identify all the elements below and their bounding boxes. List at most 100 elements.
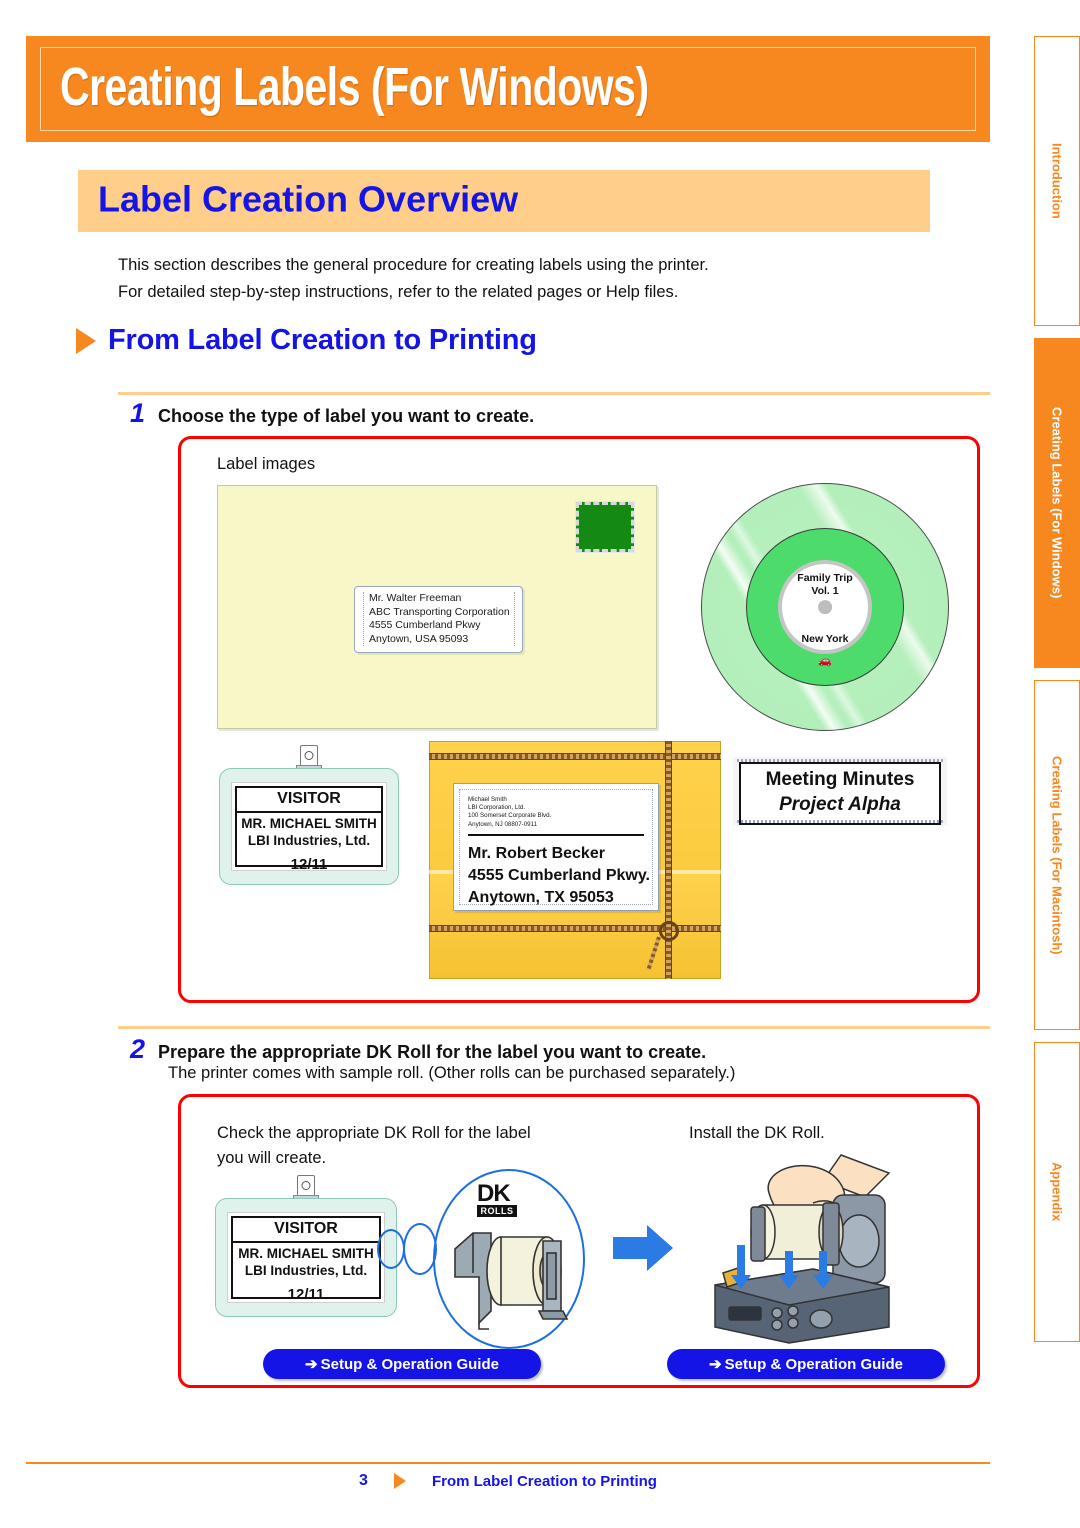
step1-heading: 1 Choose the type of label you want to c… xyxy=(130,400,534,427)
connector-ellipse-2 xyxy=(403,1223,437,1275)
badge-card-inner: VISITOR MR. MICHAEL SMITH LBI Industries… xyxy=(231,1216,381,1303)
package-illustration: Michael Smith LBI Corporation, Ltd. 100 … xyxy=(429,741,721,979)
sidebar-item-appendix[interactable]: Appendix xyxy=(1034,1042,1080,1342)
envelope-illustration: Mr. Walter Freeman ABC Transporting Corp… xyxy=(217,485,657,729)
badge-holder: VISITOR MR. MICHAEL SMITH LBI Industries… xyxy=(219,768,399,885)
ship-from-line-4: Anytown, NJ 08807-0911 xyxy=(468,820,538,828)
triangle-bullet-icon xyxy=(76,327,96,354)
cd-place: New York xyxy=(801,633,849,646)
badge-card: VISITOR MR. MICHAEL SMITH LBI Industries… xyxy=(231,782,387,873)
minutes-label: Meeting Minutes Project Alpha xyxy=(739,762,941,825)
connector-ellipse-1 xyxy=(377,1229,405,1269)
envelope-addr-line-3: 4555 Cumberland Pkwy xyxy=(369,619,481,632)
minutes-label-illustration: Meeting Minutes Project Alpha xyxy=(733,757,947,825)
setup-guide-link-right-label: Setup & Operation Guide xyxy=(724,1355,903,1373)
badge-name: MR. MICHAEL SMITH xyxy=(238,1246,374,1261)
document-page: Creating Labels (For Windows) Label Crea… xyxy=(0,0,1080,1528)
subsection-title: From Label Creation to Printing xyxy=(108,324,537,356)
package-string-top xyxy=(429,753,721,760)
minutes-tape-top xyxy=(737,759,943,762)
chapter-title: Creating Labels (For Windows) xyxy=(60,58,693,118)
setup-guide-link-right[interactable]: ➔ Setup & Operation Guide xyxy=(667,1349,945,1379)
badge-date: 12/11 xyxy=(287,1286,325,1303)
badge-company: LBI Industries, Ltd. xyxy=(247,833,371,848)
envelope-address-label: Mr. Walter Freeman ABC Transporting Corp… xyxy=(354,586,523,654)
package-string-vertical xyxy=(665,741,672,979)
label-images-caption: Label images xyxy=(217,455,316,473)
step2-right-caption: Install the DK Roll. xyxy=(689,1124,825,1142)
envelope-addr-line-1: Mr. Walter Freeman xyxy=(369,592,462,604)
arrow-head xyxy=(647,1225,673,1271)
step2-number: 2 xyxy=(130,1034,146,1064)
arrow-right-icon: ➔ xyxy=(709,1356,722,1373)
ship-to-line-3: Anytown, TX 95053 xyxy=(468,888,614,906)
printer-install-illustration xyxy=(714,1154,891,1344)
arrow-shaft xyxy=(613,1237,649,1259)
intro-paragraph: This section describes the general proce… xyxy=(118,252,908,306)
footer-divider xyxy=(26,1462,990,1464)
cd-center-hole xyxy=(818,600,832,614)
postage-stamp-icon xyxy=(575,501,635,553)
page-footer: 3 From Label Creation to Printing xyxy=(26,1472,990,1490)
shipping-address-label: Michael Smith LBI Corporation, Ltd. 100 … xyxy=(453,783,659,911)
section-title-bar: Label Creation Overview xyxy=(78,170,930,232)
ship-label-divider xyxy=(468,833,644,836)
setup-guide-link-left-label: Setup & Operation Guide xyxy=(320,1355,499,1373)
ship-to-line-2: 4555 Cumberland Pkwy. xyxy=(468,866,650,884)
intro-line-1: This section describes the general proce… xyxy=(118,256,709,274)
badge-card-inner: VISITOR MR. MICHAEL SMITH LBI Industries… xyxy=(235,786,383,873)
step2-heading: 2 Prepare the appropriate DK Roll for th… xyxy=(130,1036,706,1063)
subsection-heading: From Label Creation to Printing xyxy=(76,324,537,357)
badge-holder: VISITOR MR. MICHAEL SMITH LBI Industries… xyxy=(215,1198,397,1317)
setup-guide-link-left[interactable]: ➔ Setup & Operation Guide xyxy=(263,1349,541,1379)
step1-illustration-box: Label images Mr. Walter Freeman ABC Tran… xyxy=(178,436,980,1003)
envelope-address-inner: Mr. Walter Freeman ABC Transporting Corp… xyxy=(363,592,515,647)
ship-from-line-2: LBI Corporation, Ltd. xyxy=(468,804,526,812)
sidebar-item-creating-labels-windows[interactable]: Creating Labels (For Windows) xyxy=(1034,338,1080,668)
minutes-subtitle: Project Alpha xyxy=(779,794,901,815)
badge-date: 12/11 xyxy=(290,856,328,873)
page-title: Label Creation Overview xyxy=(98,178,519,220)
badge-clip-icon xyxy=(300,745,318,767)
package-knot xyxy=(659,921,679,941)
step2-left-caption-line-2: you will create. xyxy=(217,1149,327,1167)
step2-text: Prepare the appropriate DK Roll for the … xyxy=(158,1042,707,1062)
badge-title: VISITOR xyxy=(233,1218,379,1243)
step1-text: Choose the type of label you want to cre… xyxy=(158,406,535,426)
sidebar-item-introduction[interactable]: Introduction xyxy=(1034,36,1080,326)
step2-illustration-box: Check the appropriate DK Roll for the la… xyxy=(178,1094,980,1388)
ship-from-line-3: 100 Somerset Corporate Blvd. xyxy=(468,812,552,820)
sidebar-item-appendix-label: Appendix xyxy=(1049,1162,1065,1222)
envelope-addr-line-4: Anytown, USA 95093 xyxy=(369,632,469,645)
ship-to-line-1: Mr. Robert Becker xyxy=(468,844,605,862)
intro-line-2: For detailed step-by-step instructions, … xyxy=(118,283,679,301)
visitor-badge-illustration: VISITOR MR. MICHAEL SMITH LBI Industries… xyxy=(219,745,399,885)
page-number: 3 xyxy=(359,1472,368,1489)
step2-divider xyxy=(118,1026,990,1029)
sidebar-item-creating-labels-macintosh[interactable]: Creating Labels (For Macintosh) xyxy=(1034,680,1080,1030)
badge-body: MR. MICHAEL SMITH LBI Industries, Ltd. 1… xyxy=(233,1243,379,1307)
arrow-right-icon: ➔ xyxy=(305,1356,318,1373)
sidebar-item-introduction-label: Introduction xyxy=(1049,143,1065,219)
badge-body: MR. MICHAEL SMITH LBI Industries, Ltd. 1… xyxy=(237,813,381,877)
car-icon: 🚗 xyxy=(818,655,832,668)
footer-section-label: From Label Creation to Printing xyxy=(431,1472,657,1490)
badge-company: LBI Industries, Ltd. xyxy=(244,1263,368,1278)
dk-rolls-logo: DK ROLLS xyxy=(477,1180,523,1217)
badge-card: VISITOR MR. MICHAEL SMITH LBI Industries… xyxy=(227,1212,385,1303)
sidebar-item-creating-labels-windows-label: Creating Labels (For Windows) xyxy=(1049,407,1065,599)
badge-name: MR. MICHAEL SMITH xyxy=(241,816,377,831)
cd-title-block: Family Trip Vol. 1 xyxy=(701,572,949,597)
minutes-tape-bottom xyxy=(737,820,943,823)
step2-left-caption: Check the appropriate DK Roll for the la… xyxy=(217,1121,531,1171)
minutes-title: Meeting Minutes xyxy=(765,769,915,790)
dk-roll-drawing xyxy=(454,1232,569,1330)
chapter-banner: Creating Labels (For Windows) xyxy=(26,36,990,142)
step2-subtext: The printer comes with sample roll. (Oth… xyxy=(168,1064,736,1082)
badge-title: VISITOR xyxy=(237,788,381,813)
step2-visitor-badge: VISITOR MR. MICHAEL SMITH LBI Industries… xyxy=(215,1175,397,1317)
dk-logo-mark: DK xyxy=(477,1180,511,1207)
step2-left-caption-line-1: Check the appropriate DK Roll for the la… xyxy=(217,1124,531,1142)
shipping-label-inner: Michael Smith LBI Corporation, Ltd. 100 … xyxy=(459,789,653,906)
chapter-title-text: Creating Labels (For Windows) xyxy=(60,57,649,118)
